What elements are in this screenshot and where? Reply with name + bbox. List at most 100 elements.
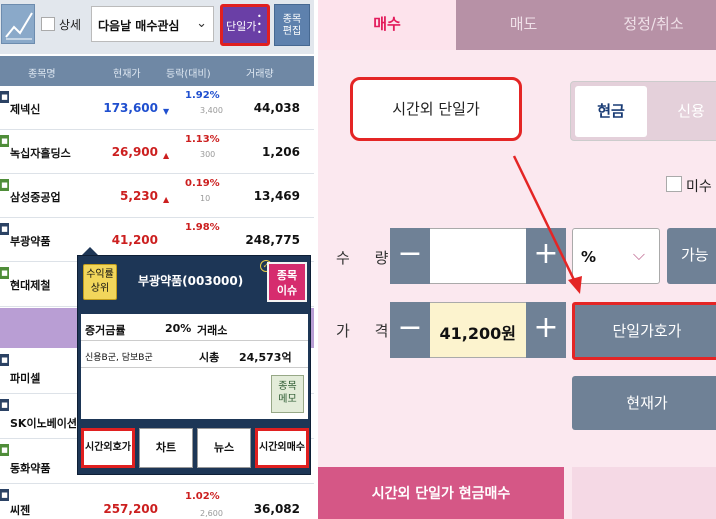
stock-change: 10	[200, 194, 211, 203]
col-header-price: 현재가	[113, 69, 141, 80]
session-select[interactable]: 시간외 단일가	[350, 77, 522, 141]
detail-checkbox[interactable]	[41, 17, 55, 31]
stock-name: 녹십자홀딩스	[10, 147, 71, 160]
credit-option[interactable]: 신용	[651, 86, 716, 137]
stock-volume: 44,038	[253, 101, 300, 115]
price-input[interactable]: 41,200원	[430, 302, 526, 358]
price-minus-button[interactable]: −	[390, 302, 430, 358]
up-triangle-icon: ▲	[163, 195, 170, 204]
unit-quote-button[interactable]: 단일가호가	[572, 302, 716, 360]
memo-label-2: 메모	[278, 394, 297, 405]
more-dots-icon: • • •	[257, 12, 262, 37]
stock-price: 257,200	[103, 502, 158, 516]
cash-option[interactable]: 현금	[575, 86, 647, 137]
up-triangle-icon: ▲	[163, 151, 170, 160]
table-row[interactable]: ■ 제넥신 173,600 1.92% ▼ 3,400 44,038	[0, 87, 314, 130]
price-plus-button[interactable]: +	[526, 302, 566, 358]
credit-group: 신용B군, 담보B군	[85, 353, 153, 363]
stock-change: 3,400	[200, 106, 223, 115]
stock-pct: 1.98%	[185, 222, 220, 233]
stock-pct: 1.02%	[185, 491, 220, 502]
stock-name: 부광약품	[10, 235, 51, 248]
stock-volume: 13,469	[253, 189, 300, 203]
market-cap-label: 시총	[199, 351, 220, 364]
quantity-input[interactable]	[430, 228, 526, 284]
stock-price: 173,600	[103, 101, 158, 115]
stock-popup: 수익률 상위 부광약품(003000) ✓ 종목 이슈 증거금률 20% 거래소…	[77, 255, 311, 475]
table-row[interactable]: ■ 씨젠 257,200 1.02% 2,600 36,082	[0, 485, 314, 519]
chart-toggle-button[interactable]	[1, 4, 35, 44]
line-chart-icon	[5, 12, 33, 40]
stock-memo-button[interactable]: 종목 메모	[271, 375, 304, 413]
secondary-action-button[interactable]	[572, 467, 716, 519]
stock-pct: 1.92%	[185, 90, 220, 101]
chart-button[interactable]: 차트	[139, 428, 193, 468]
quantity-unit-value: %	[581, 248, 597, 266]
table-row[interactable]: ■ 삼성중공업 5,230 0.19% ▲ 10 13,469	[0, 175, 314, 218]
stock-change: 2,600	[200, 509, 223, 518]
account-type-toggle[interactable]: 현금 신용	[570, 81, 716, 141]
popup-info-row: 신용B군, 담보B군 시총 24,573억	[81, 341, 308, 368]
watch-group-select[interactable]: 다음날 매수관심 ⌄	[91, 6, 214, 42]
edit-label-1: 종목	[282, 14, 302, 25]
watchlist-panel: 상세 다음날 매수관심 ⌄ 단일가 • • • 종목 편집 종목명 현재가 등락(대비…	[0, 0, 314, 519]
table-row[interactable]: ■ 녹십자홀딩스 26,900 1.13% ▲ 300 1,206	[0, 131, 314, 174]
current-price-button[interactable]: 현재가	[572, 376, 716, 430]
order-panel: 매수 매도 정정/취소 시간외 단일가 현금 신용 미수 수 량 − + % ⌵…	[318, 0, 716, 519]
stock-name: 제넥신	[10, 103, 41, 116]
after-hours-quote-button[interactable]: 시간외호가	[81, 428, 135, 468]
order-tabs: 매수 매도 정정/취소	[318, 0, 716, 50]
tab-modify-cancel[interactable]: 정정/취소	[591, 0, 716, 50]
stock-volume: 36,082	[253, 502, 300, 516]
quantity-plus-button[interactable]: +	[526, 228, 566, 284]
top-return-label-2: 상위	[90, 283, 110, 294]
top-return-button[interactable]: 수익률 상위	[83, 264, 117, 300]
stock-badge-icon: ■	[0, 91, 9, 103]
tab-buy[interactable]: 매수	[318, 0, 456, 50]
news-button[interactable]: 뉴스	[197, 428, 251, 468]
stock-pct: 0.19%	[185, 178, 220, 189]
margin-label: 증거금률	[85, 324, 126, 337]
watch-group-value: 다음날 매수관심	[98, 19, 180, 33]
detail-label: 상세	[59, 18, 82, 32]
popup-info-row: 증거금률 20% 거래소	[81, 314, 308, 341]
stock-badge-icon: ■	[0, 179, 9, 191]
after-hours-buy-button[interactable]: 시간외매수	[255, 428, 309, 468]
memo-label-1: 종목	[278, 381, 297, 392]
stock-volume: 248,775	[245, 233, 300, 247]
down-triangle-icon: ▼	[163, 107, 170, 116]
tab-sell[interactable]: 매도	[456, 0, 591, 50]
chevron-down-icon: ⌵	[632, 245, 645, 264]
unit-price-label: 단일가	[226, 20, 257, 33]
stock-name: SK이노베이션	[10, 417, 78, 430]
unfilled-label: 미수	[686, 179, 712, 195]
market-label: 거래소	[197, 324, 228, 337]
chevron-down-icon: ⌄	[196, 16, 207, 31]
stock-name: 동화약품	[10, 462, 51, 475]
stock-volume: 1,206	[262, 145, 300, 159]
edit-stocks-button[interactable]: 종목 편집	[274, 4, 310, 46]
stock-issue-button[interactable]: 종목 이슈	[267, 262, 307, 302]
issue-label-1: 종목	[276, 269, 298, 282]
stock-badge-icon: ■	[0, 399, 9, 411]
stock-badge-icon: ■	[0, 223, 9, 235]
price-stepper: − 41,200원 +	[390, 302, 566, 358]
unfilled-checkbox[interactable]	[666, 176, 682, 192]
edit-label-2: 편집	[282, 26, 302, 37]
stock-price: 41,200	[111, 233, 158, 247]
buy-submit-button[interactable]: 시간외 단일가 현금매수	[318, 467, 564, 519]
quantity-minus-button[interactable]: −	[390, 228, 430, 284]
stock-badge-icon: ■	[0, 354, 9, 366]
stock-name: 현대제철	[10, 279, 51, 292]
available-quantity-button[interactable]: 가능	[667, 228, 716, 284]
stock-price: 26,900	[111, 145, 158, 159]
stock-change: 300	[200, 150, 216, 159]
col-header-volume: 거래량	[246, 69, 274, 80]
price-value: 41,200원	[439, 324, 516, 343]
margin-value: 20%	[165, 322, 192, 335]
quantity-stepper: − +	[390, 228, 566, 284]
popup-info: 증거금률 20% 거래소 신용B군, 담보B군 시총 24,573억 종목 메모	[81, 314, 308, 419]
quantity-unit-select[interactable]: % ⌵	[572, 228, 660, 284]
unit-price-button[interactable]: 단일가 • • •	[220, 4, 270, 46]
issue-label-2: 이슈	[276, 284, 298, 297]
